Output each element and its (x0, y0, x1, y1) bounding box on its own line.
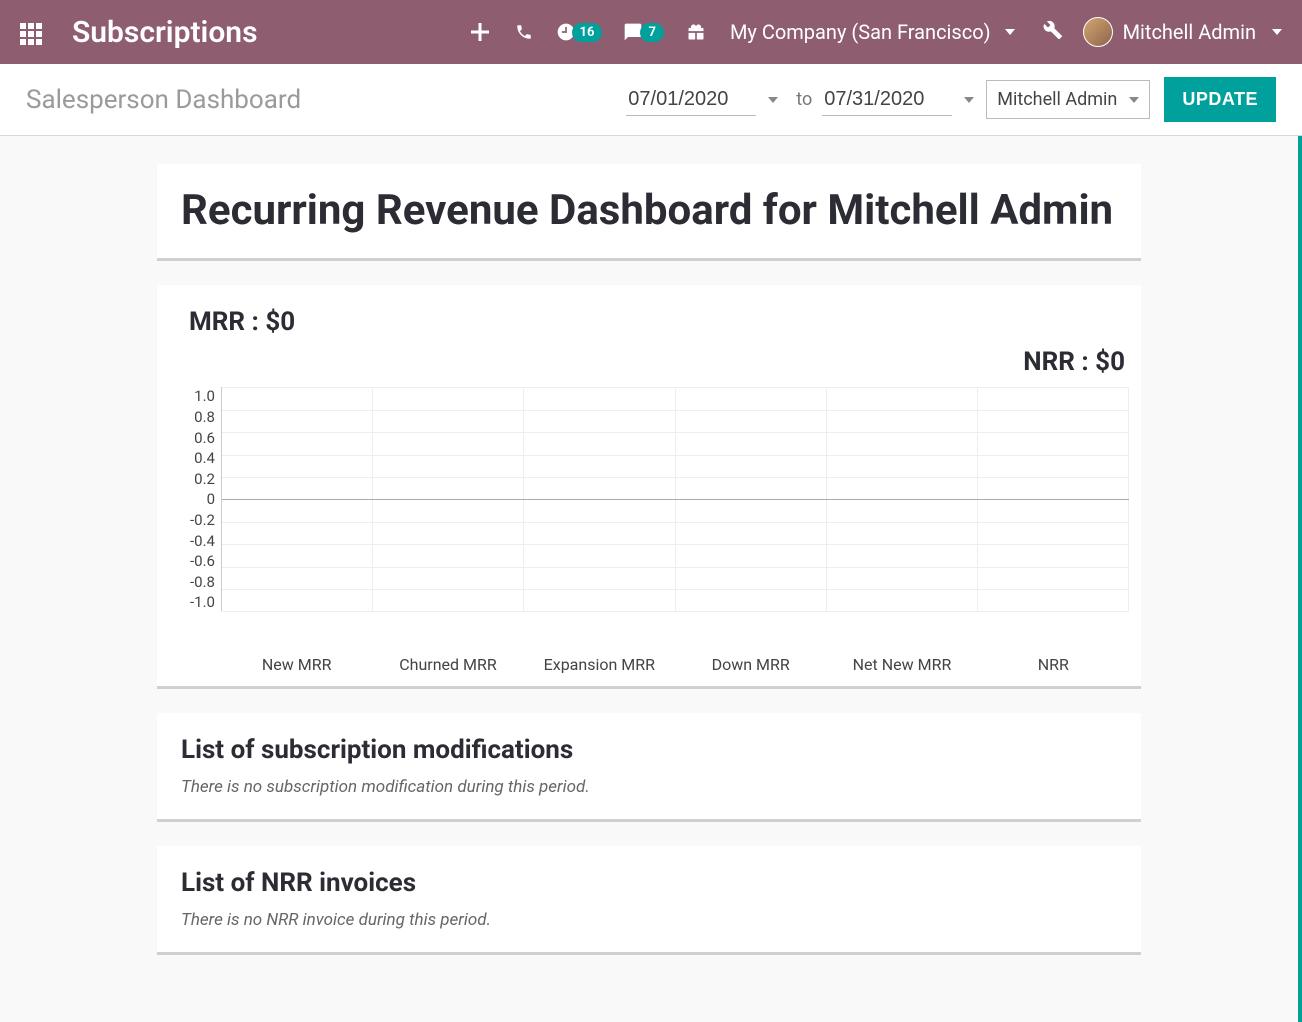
top-navbar: Subscriptions 16 7 My Company (San Franc… (0, 0, 1302, 64)
chart-y-tick: -0.6 (190, 552, 215, 570)
mrr-value: MRR : $0 (169, 303, 1129, 343)
chart-y-tick: 0.8 (194, 408, 215, 426)
messages-icon[interactable]: 7 (622, 22, 663, 42)
chart-y-tick: 0.2 (194, 470, 215, 488)
dashboard-content: Recurring Revenue Dashboard for Mitchell… (157, 164, 1141, 955)
chevron-down-icon[interactable] (964, 97, 974, 103)
chart-x-tick: Expansion MRR (524, 647, 675, 674)
breadcrumb-title[interactable]: Salesperson Dashboard (26, 85, 301, 115)
debug-tools-icon[interactable] (1043, 20, 1063, 44)
page-scroll[interactable]: Recurring Revenue Dashboard for Mitchell… (0, 136, 1302, 1022)
chart-y-tick: -0.4 (190, 532, 215, 550)
chart-y-tick: 0 (207, 490, 215, 508)
nrr-invoices-panel: List of NRR invoices There is no NRR inv… (157, 846, 1141, 955)
modifications-panel: List of subscription modifications There… (157, 713, 1141, 822)
app-title[interactable]: Subscriptions (72, 15, 258, 50)
chart-x-tick: New MRR (221, 647, 372, 674)
salesperson-value: Mitchell Admin (997, 89, 1117, 110)
user-menu[interactable]: Mitchell Admin (1083, 17, 1282, 47)
company-label: My Company (San Francisco) (730, 20, 991, 44)
date-end-input[interactable] (822, 84, 952, 116)
chevron-down-icon (1272, 29, 1282, 35)
nrr-invoices-empty: There is no NRR invoice during this peri… (181, 910, 1117, 930)
gift-icon[interactable] (678, 14, 714, 50)
to-label: to (796, 89, 812, 110)
chart-y-tick: -1.0 (190, 593, 215, 611)
chevron-down-icon (1129, 97, 1139, 103)
chevron-down-icon[interactable] (768, 97, 778, 103)
revenue-chart: 1.0 0.8 0.6 0.4 0.2 0 -0.2 -0.4 -0.6 -0.8 -1.0 (169, 387, 1129, 647)
activity-icon[interactable]: 16 (556, 22, 603, 42)
update-button[interactable]: UPDATE (1164, 77, 1276, 122)
company-switcher[interactable]: My Company (San Francisco) (730, 20, 1015, 44)
modifications-empty: There is no subscription modification du… (181, 777, 1117, 797)
chart-panel: MRR : $0 NRR : $0 1.0 0.8 0.6 0.4 0.2 0 -0.2 -0… (157, 285, 1141, 689)
modifications-heading: List of subscription modifications (181, 735, 1117, 765)
chart-x-tick: Down MRR (675, 647, 826, 674)
nrr-value: NRR : $0 (169, 343, 1129, 387)
chart-x-tick: Net New MRR (826, 647, 977, 674)
chart-x-tick: Churned MRR (372, 647, 523, 674)
chevron-down-icon (1005, 29, 1015, 35)
nrr-invoices-heading: List of NRR invoices (181, 868, 1117, 898)
heading-panel: Recurring Revenue Dashboard for Mitchell… (157, 164, 1141, 261)
plus-icon[interactable] (462, 14, 498, 50)
chart-y-tick: -0.8 (190, 573, 215, 591)
phone-icon[interactable] (506, 14, 542, 50)
apps-icon[interactable] (20, 23, 44, 41)
avatar (1083, 17, 1113, 47)
chart-x-axis: New MRRChurned MRRExpansion MRRDown MRRN… (221, 647, 1129, 674)
chart-plot-area (221, 387, 1129, 611)
dashboard-heading: Recurring Revenue Dashboard for Mitchell… (181, 186, 1117, 236)
chart-x-tick: NRR (978, 647, 1129, 674)
chart-y-tick: 1.0 (194, 387, 215, 405)
control-bar: Salesperson Dashboard to Mitchell Admin … (0, 64, 1302, 136)
chart-y-tick: 0.4 (194, 449, 215, 467)
date-start-field[interactable] (626, 84, 778, 116)
salesperson-select[interactable]: Mitchell Admin (986, 80, 1150, 119)
chart-y-tick: -0.2 (190, 511, 215, 529)
messages-badge: 7 (640, 23, 663, 42)
user-label: Mitchell Admin (1123, 20, 1256, 44)
activity-badge: 16 (572, 23, 603, 42)
date-end-field[interactable] (822, 84, 974, 116)
chart-y-tick: 0.6 (194, 429, 215, 447)
date-start-input[interactable] (626, 84, 756, 116)
chart-y-axis: 1.0 0.8 0.6 0.4 0.2 0 -0.2 -0.4 -0.6 -0.8 -1.0 (169, 387, 221, 611)
